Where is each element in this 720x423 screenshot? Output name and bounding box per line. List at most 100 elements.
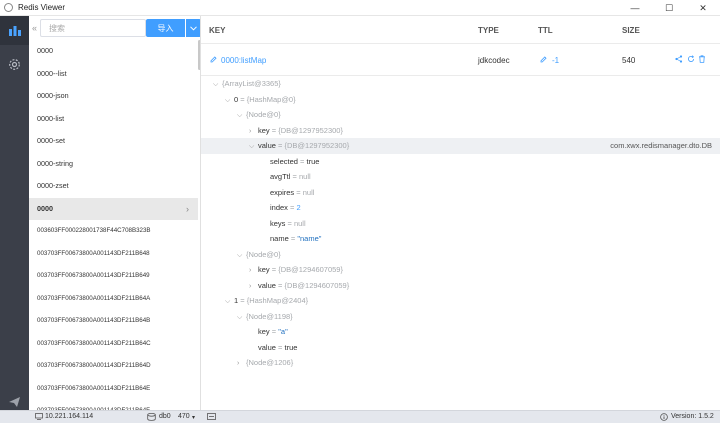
key-name[interactable]: 0000:listMap: [221, 56, 266, 65]
window-title: Redis Viewer: [18, 3, 65, 12]
tree-node-text: {Node@0}: [246, 110, 281, 119]
header-ttl: TTL: [538, 26, 553, 35]
info-icon: [660, 413, 668, 423]
minimize-button[interactable]: —: [618, 0, 652, 16]
key-detail-row: 0000:listMap jdkcodec -1 540: [201, 44, 720, 76]
database-icon: [147, 412, 156, 423]
left-nav-bar: [0, 16, 29, 410]
header-type: TYPE: [478, 26, 499, 35]
key-list-item[interactable]: 0000--list: [29, 63, 198, 86]
caret-down-icon[interactable]: ⌵: [237, 108, 246, 124]
import-dropdown-button[interactable]: [186, 19, 200, 37]
tree-node[interactable]: expires = null: [201, 185, 720, 201]
tree-node[interactable]: › value = {DB@1294607059}: [201, 278, 720, 294]
caret-right-icon[interactable]: ›: [249, 279, 258, 295]
status-bar: 10.221.164.114 db0 470 ▾ Version: 1.5.2: [0, 410, 720, 423]
tree-node[interactable]: ⌵ 0 = {HashMap@0}: [201, 92, 720, 108]
caret-down-icon[interactable]: ⌵: [237, 248, 246, 264]
share-icon[interactable]: [675, 55, 683, 65]
caret-down-icon[interactable]: ⌵: [225, 93, 234, 109]
tree-node[interactable]: › key = {DB@1297952300}: [201, 123, 720, 139]
tree-node[interactable]: avgTtl = null: [201, 169, 720, 185]
tree-node-text: = null: [285, 218, 306, 228]
search-input[interactable]: 搜索: [40, 19, 146, 37]
tree-node[interactable]: ⌵ {Node@0}: [201, 247, 720, 263]
terminal-icon[interactable]: [207, 413, 216, 422]
key-list-item-label: 0000-list: [37, 113, 65, 123]
caret-right-icon[interactable]: ›: [249, 124, 258, 140]
key-list-item[interactable]: 0000: [29, 40, 198, 63]
key-list-item[interactable]: 0000-set: [29, 130, 198, 153]
close-button[interactable]: ✕: [686, 0, 720, 16]
edit-key-icon[interactable]: [210, 56, 217, 65]
tree-node[interactable]: › {Node@1206}: [201, 355, 720, 371]
tree-node[interactable]: ⌵ {Node@0}: [201, 107, 720, 123]
key-list-item-label: 003703FF00673800A001143DF211B64E: [37, 384, 151, 392]
tree-node-text: = null: [290, 172, 311, 181]
nav-send-button[interactable]: [0, 393, 29, 410]
host-icon: [35, 413, 43, 422]
key-list-item[interactable]: 0000-json: [29, 85, 198, 108]
key-list-item[interactable]: 0000-string: [29, 153, 198, 176]
caret-right-icon[interactable]: ›: [249, 263, 258, 279]
maximize-button[interactable]: ☐: [652, 0, 686, 16]
key-list-item-label: 003703FF00673800A001143DF211B649: [37, 272, 150, 279]
host-address: 10.221.164.114: [45, 413, 94, 420]
tree-node[interactable]: ⌵ {Node@1198}: [201, 309, 720, 325]
key-list-item[interactable]: 003703FF00673800A001143DF211B64D: [29, 355, 198, 378]
key-list-item[interactable]: 003703FF00673800A001143DF211B64B: [29, 310, 198, 333]
key-list-item[interactable]: 003703FF00673800A001143DF211B64C: [29, 333, 198, 356]
db-selector[interactable]: db0: [159, 413, 171, 420]
tree-node-text: true: [284, 342, 298, 352]
key-list-item[interactable]: 0000-zset: [29, 175, 198, 198]
edit-ttl-icon[interactable]: [540, 56, 547, 65]
import-button[interactable]: 导入: [146, 19, 185, 37]
tree-node-text: = null: [294, 187, 315, 197]
tree-node-text: =: [287, 203, 297, 212]
tree-node[interactable]: ⌵ {ArrayList@3365}: [201, 76, 720, 92]
nav-stats-button[interactable]: [0, 16, 29, 45]
window-controls: — ☐ ✕: [618, 0, 720, 16]
tree-node[interactable]: name = "name": [201, 231, 720, 247]
key-list-item-label: 003703FF00673800A001143DF211B64C: [37, 339, 151, 347]
key-list-item[interactable]: 003703FF00673800A001143DF211B64E: [29, 378, 198, 401]
nav-settings-button[interactable]: [0, 50, 29, 79]
collapse-button[interactable]: «: [29, 19, 40, 37]
header-key: KEY: [209, 26, 226, 35]
refresh-icon[interactable]: [687, 55, 695, 65]
tree-node-text: index: [270, 203, 288, 212]
key-list-item[interactable]: 003703FF00673800A001143DF211B648: [29, 243, 198, 266]
tree-node[interactable]: key = "a": [201, 324, 720, 340]
key-list-item-label: 003703FF00673800A001143DF211B64D: [37, 362, 151, 369]
tree-node[interactable]: ⌵ 1 = {HashMap@2404}: [201, 293, 720, 309]
tree-node[interactable]: ⌵ value = {DB@1297952300} com.xwx.redisman…: [201, 138, 720, 154]
key-list-item[interactable]: 003703FF00673800A001143DF211B649: [29, 265, 198, 288]
tree-node-text: = {DB@1294607059}: [269, 265, 343, 274]
tree-node-text: = {DB@1294607059}: [275, 280, 350, 290]
tree-node[interactable]: › key = {DB@1294607059}: [201, 262, 720, 278]
key-list-item[interactable]: 0000 ›: [29, 197, 198, 220]
tree-node[interactable]: keys = null: [201, 216, 720, 232]
tree-node[interactable]: selected = true: [201, 154, 720, 170]
tree-node-text: = {DB@1297952300}: [269, 125, 343, 135]
caret-down-icon[interactable]: ⌵: [237, 310, 246, 326]
tree-node[interactable]: value = true: [201, 340, 720, 356]
key-list-item-label: 003703FF00673800A001143DF211B64B: [37, 317, 151, 324]
tree-node-text: {Node@0}: [246, 249, 281, 259]
delete-icon[interactable]: [698, 55, 706, 65]
key-list-item[interactable]: 003703FF00673800A001143DF211B64A: [29, 288, 198, 311]
db-dropdown-icon[interactable]: ▾: [192, 414, 195, 421]
key-list-item[interactable]: 003603FF000228001738F44C708B323B: [29, 220, 198, 243]
caret-down-icon[interactable]: ⌵: [225, 294, 234, 310]
key-list-item[interactable]: 0000-list: [29, 108, 198, 131]
key-list-item-label: 0000-set: [37, 136, 65, 145]
key-list-item-label: 0000-json: [37, 91, 69, 100]
tree-node[interactable]: index = 2: [201, 200, 720, 216]
key-list-item[interactable]: 003703FF00673800A001143DF211B64F: [29, 400, 198, 410]
tree-node-text: expires: [270, 187, 295, 197]
caret-down-icon[interactable]: ⌵: [249, 139, 258, 155]
caret-right-icon[interactable]: ›: [237, 356, 246, 372]
tree-node-text: keys: [270, 218, 286, 228]
key-type: jdkcodec: [478, 56, 510, 65]
caret-down-icon[interactable]: ⌵: [213, 77, 222, 93]
